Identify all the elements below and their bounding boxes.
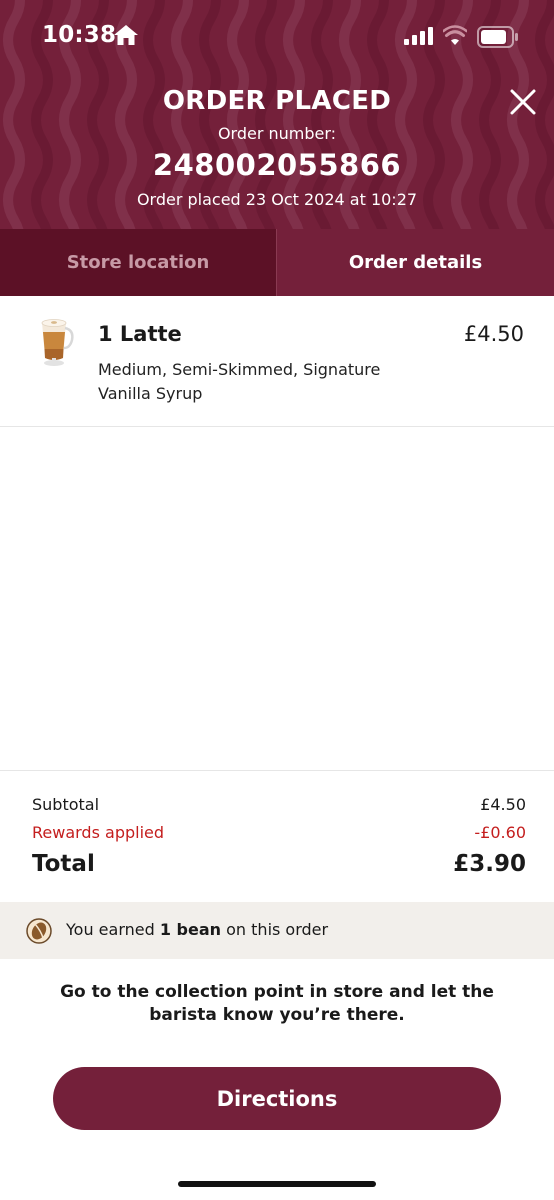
status-time: 10:38 [42, 22, 117, 48]
rewards-earned-prefix: You earned [66, 920, 160, 939]
wifi-icon [443, 25, 467, 45]
home-icon [114, 25, 138, 45]
item-description: Medium, Semi-Skimmed, Signature Vanilla … [98, 360, 381, 403]
total-label: Total [32, 851, 95, 877]
coffee-bean-icon [26, 918, 52, 944]
rewards-earned-suffix: on this order [221, 920, 329, 939]
rewards-earned-count: 1 bean [159, 920, 222, 939]
directions-button[interactable]: Directions [53, 1067, 501, 1130]
order-number-label: Order number: [217, 124, 337, 143]
rewards-value: -£0.60 [474, 823, 526, 842]
subtotal-value: £4.50 [480, 795, 526, 814]
order-summary: Subtotal £4.50 Rewards applied -£0.60 To… [0, 770, 554, 903]
battery-icon [477, 26, 518, 48]
item-name: 1 Latte [98, 322, 182, 346]
latte-image [41, 319, 74, 366]
tab-order-details[interactable]: Order details [276, 229, 554, 296]
rewards-earned-text: You earned 1 bean on this order [66, 920, 328, 939]
tab-store-location[interactable]: Store location [0, 229, 276, 296]
cellular-signal-icon [404, 27, 433, 45]
order-item-row: 1 Latte Medium, Semi-Skimmed, Signature … [0, 296, 554, 427]
home-indicator [178, 1181, 376, 1187]
order-placed-date: Order placed 23 Oct 2024 at 10:27 [136, 190, 418, 209]
status-bar: 10:38 [0, 0, 554, 70]
rewards-earned-bar: You earned 1 bean on this order [0, 902, 554, 959]
order-header: 10:38 ORDER PLACED Order number: 2480020… [0, 0, 554, 229]
subtotal-label: Subtotal [32, 795, 100, 814]
collection-instruction: Go to the collection point in store and … [60, 982, 494, 1025]
item-price: £4.50 [463, 322, 524, 346]
order-number: 248002055866 [152, 148, 402, 182]
total-value: £3.90 [453, 851, 526, 877]
rewards-label: Rewards applied [32, 823, 165, 842]
page-title: ORDER PLACED [162, 86, 392, 116]
tab-bar: Store location Order details [0, 229, 554, 296]
